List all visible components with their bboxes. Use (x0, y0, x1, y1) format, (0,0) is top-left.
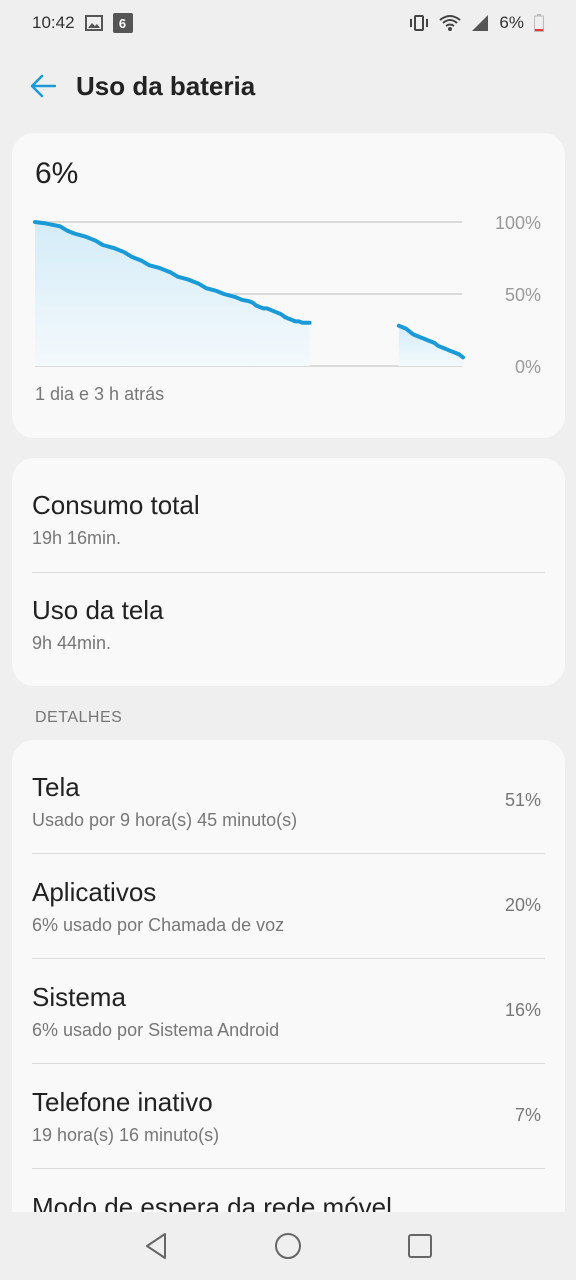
details-section-header: DETALHES (35, 709, 123, 726)
total-usage-value: 19h 16min. (32, 528, 122, 548)
graph-since-label: 1 dia e 3 h atrás (35, 384, 165, 404)
detail-row-tela[interactable]: Tela Usado por 9 hora(s) 45 minuto(s) 51… (32, 740, 545, 845)
total-usage-label: Consumo total (32, 490, 200, 520)
details-card: Tela Usado por 9 hora(s) 45 minuto(s) 51… (12, 740, 565, 1212)
detail-percent: 51% (504, 790, 541, 810)
vibrate-icon (409, 14, 429, 32)
detail-title: Tela (32, 772, 80, 802)
detail-percent: 16% (504, 1000, 541, 1020)
back-button[interactable] (28, 71, 58, 101)
nav-back-icon (146, 1233, 166, 1259)
battery-graph-card: 6% 100% 50% 0% 1 dia e 3 h atrás (12, 133, 565, 438)
battery-percent: 6% (499, 13, 524, 32)
back-arrow-icon (30, 74, 56, 98)
detail-subtitle: 19 hora(s) 16 minuto(s) (32, 1125, 220, 1145)
detail-title: Telefone inativo (32, 1087, 213, 1117)
detail-row-sistema[interactable]: Sistema 6% usado por Sistema Android 16% (32, 950, 545, 1055)
detail-row-telefone-inativo[interactable]: Telefone inativo 19 hora(s) 16 minuto(s)… (32, 1055, 545, 1160)
navigation-bar (0, 1212, 576, 1280)
total-usage-row[interactable]: Consumo total 19h 16min. (32, 458, 545, 563)
detail-title: Sistema (32, 982, 126, 1012)
page-title: Uso da bateria (76, 70, 256, 101)
detail-title: Aplicativos (32, 877, 157, 907)
status-bar: 10:42 6 6% (0, 0, 576, 46)
y-tick-100: 100% (495, 213, 541, 233)
nav-recents-icon (408, 1234, 432, 1258)
detail-subtitle: 6% usado por Sistema Android (32, 1020, 280, 1040)
notification-badge: 6 (112, 13, 133, 33)
detail-row-modo-espera[interactable]: Modo de espera da rede móvel 1% (32, 1160, 545, 1212)
y-tick-0: 0% (515, 357, 541, 377)
nav-home-icon (275, 1233, 301, 1259)
battery-icon (534, 14, 544, 32)
screen-usage-label: Uso da tela (32, 595, 164, 625)
y-tick-50: 50% (505, 285, 541, 305)
signal-icon (471, 14, 489, 32)
detail-title: Modo de espera da rede móvel (32, 1192, 392, 1212)
wifi-icon (439, 14, 462, 32)
detail-row-aplicativos[interactable]: Aplicativos 6% usado por Chamada de voz … (32, 845, 545, 950)
nav-back-button[interactable] (136, 1226, 176, 1266)
detail-percent: 20% (504, 895, 541, 915)
nav-home-button[interactable] (268, 1226, 308, 1266)
app-bar: Uso da bateria (0, 56, 576, 116)
detail-subtitle: Usado por 9 hora(s) 45 minuto(s) (32, 810, 298, 830)
clock: 10:42 (32, 13, 75, 32)
detail-subtitle: 6% usado por Chamada de voz (32, 915, 285, 935)
image-icon (84, 15, 103, 31)
nav-recents-button[interactable] (400, 1226, 440, 1266)
usage-card: Consumo total 19h 16min. Uso da tela 9h … (12, 458, 565, 686)
screen-usage-value: 9h 44min. (32, 633, 112, 653)
screen-usage-row[interactable]: Uso da tela 9h 44min. (32, 563, 545, 668)
detail-percent: 7% (514, 1105, 541, 1125)
